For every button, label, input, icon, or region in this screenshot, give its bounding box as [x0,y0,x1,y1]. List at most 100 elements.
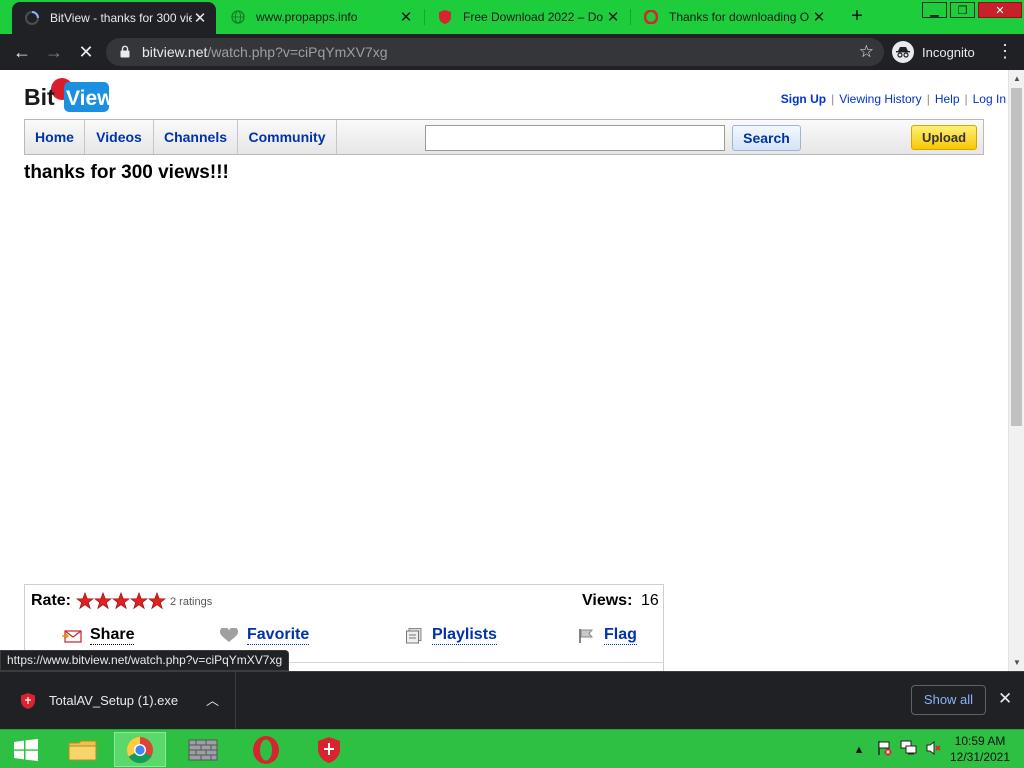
link-status-bubble: https://www.bitview.net/watch.php?v=ciPq… [0,650,290,671]
ratings-count: 2 ratings [170,596,213,608]
close-tab-icon[interactable]: ✕ [192,9,208,27]
system-tray: ▲ [850,730,950,768]
close-tab-icon[interactable]: ✕ [398,8,414,26]
views-count: 16 [641,592,659,609]
rating-stars[interactable] [76,592,166,610]
chrome-menu-icon[interactable]: ⋮ [996,42,1014,60]
link-separator: | [964,92,968,106]
close-tab-icon[interactable]: ✕ [605,8,621,26]
account-links: Sign Up | Viewing History | Help | Log In [700,92,1008,106]
browser-toolbar: ← → ✕ bitview.net/watch.php?v=ciPqYmXV7x… [0,34,1024,70]
share-label: Share [90,626,135,645]
tab-title: www.propapps.info [256,10,358,24]
flag-action[interactable]: Flag [576,626,637,645]
nav-videos[interactable]: Videos [85,120,154,154]
download-item[interactable]: TotalAV_Setup (1).exe ︿ [0,672,236,729]
chevron-up-icon[interactable]: ︿ [206,690,219,709]
url-host: bitview.net [142,44,208,60]
nav-community[interactable]: Community [238,120,337,154]
web-page: Bit View Sign Up | Viewing History | Help | Lo… [0,70,1008,671]
download-shelf: TotalAV_Setup (1).exe ︿ Show all ✕ [0,671,1024,729]
share-action[interactable]: Share [62,626,135,645]
log-in-link[interactable]: Log In [973,92,1006,106]
playlists-label: Playlists [432,626,497,645]
totalav-shield-icon [318,736,340,763]
close-shelf-icon[interactable]: ✕ [998,689,1012,709]
tab-free-download[interactable]: Free Download 2022 – Do ✕ [425,0,629,34]
download-file-name: TotalAV_Setup (1).exe [49,693,179,708]
back-arrow-icon[interactable]: ← [10,40,34,64]
logo-text-view: View [66,87,110,110]
restore-button[interactable]: ❐ [950,2,975,18]
firewall-app-taskbar-button[interactable] [177,732,229,767]
close-tab-icon[interactable]: ✕ [811,8,827,26]
system-clock[interactable]: 10:59 AM 12/31/2021 [945,733,1015,765]
playlists-action[interactable]: Playlists [404,626,497,645]
network-icon[interactable] [900,740,918,759]
totalav-shield-icon [20,692,36,715]
tab-bitview[interactable]: BitView - thanks for 300 views!!! ✕ [12,2,216,34]
new-tab-button[interactable]: + [846,6,868,28]
close-window-button[interactable]: ✕ [978,2,1022,18]
shield-icon [437,9,453,25]
clock-date: 12/31/2021 [949,750,1011,764]
minimize-button[interactable]: ▁ [922,2,947,18]
url-path: /watch.php?v=ciPqYmXV7xg [207,44,388,60]
page-scrollbar[interactable]: ▲ ▼ [1008,70,1024,671]
bookmark-star-icon[interactable]: ☆ [859,42,874,62]
rating-star-icon[interactable] [148,592,166,610]
chrome-logo-icon [126,736,153,763]
views-label: Views: [582,592,633,609]
playlist-icon [404,627,424,644]
opera-logo-icon [253,735,279,764]
show-hidden-icons-arrow-icon[interactable]: ▲ [850,744,868,756]
start-button[interactable] [0,732,52,767]
flag-icon [576,628,596,644]
forward-arrow-icon[interactable]: → [42,40,66,64]
address-bar[interactable]: bitview.net/watch.php?v=ciPqYmXV7xg ☆ [106,38,884,66]
sign-up-link[interactable]: Sign Up [781,92,826,106]
flag-label: Flag [604,626,637,645]
favorite-label: Favorite [247,626,310,645]
show-all-downloads-button[interactable]: Show all [911,685,986,715]
opera-taskbar-button[interactable] [240,732,292,767]
bitview-logo[interactable]: Bit View [24,76,114,114]
search-button[interactable]: Search [732,125,801,151]
browser-tab-strip: BitView - thanks for 300 views!!! ✕ www.… [0,0,1024,34]
search-input[interactable] [425,125,725,151]
incognito-indicator[interactable]: Incognito [892,38,975,66]
rating-star-icon[interactable] [76,592,94,610]
favorite-action[interactable]: Favorite [219,626,310,645]
nav-home[interactable]: Home [25,120,85,154]
globe-icon [230,9,246,25]
totalav-taskbar-button[interactable] [303,732,355,767]
tab-propapps[interactable]: www.propapps.info ✕ [218,0,422,34]
rating-star-icon[interactable] [130,592,148,610]
scroll-down-arrow-icon[interactable]: ▼ [1013,658,1021,667]
chrome-taskbar-button[interactable] [114,732,166,767]
opera-icon [643,9,659,25]
scroll-thumb[interactable] [1011,88,1022,426]
rate-label: Rate: [31,592,72,609]
lock-icon [120,45,130,63]
share-envelope-icon [62,628,82,644]
file-explorer-taskbar-button[interactable] [57,732,109,767]
nav-channels[interactable]: Channels [154,120,238,154]
logo-text-bit: Bit [24,84,55,110]
incognito-icon [892,41,914,63]
tab-title: Thanks for downloading O [669,10,810,24]
rating-star-icon[interactable] [112,592,130,610]
action-center-flag-icon[interactable] [875,740,893,759]
scroll-up-arrow-icon[interactable]: ▲ [1013,74,1021,83]
url-text: bitview.net/watch.php?v=ciPqYmXV7xg [142,44,388,60]
volume-muted-icon[interactable] [925,740,943,759]
help-link[interactable]: Help [935,92,960,106]
viewing-history-link[interactable]: Viewing History [839,92,921,106]
heart-icon [219,628,239,644]
tab-thanks-downloading[interactable]: Thanks for downloading O ✕ [631,0,835,34]
rating-star-icon[interactable] [94,592,112,610]
folder-icon [68,740,97,760]
windows-taskbar: ▲ 10:59 AM 12/31/2021 [0,729,1024,768]
upload-button[interactable]: Upload [911,125,977,150]
stop-loading-icon[interactable]: ✕ [74,40,98,64]
